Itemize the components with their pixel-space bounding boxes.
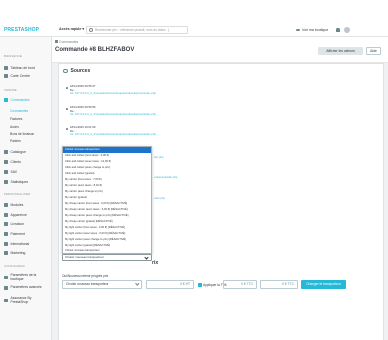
source-url-link[interactable]: ...ndex.php — [152, 197, 165, 200]
sidebar-item-dashboard[interactable]: Tableau de bord — [4, 66, 35, 70]
carrier-select[interactable]: Choisir nouveau transporteur — [62, 254, 152, 261]
sidebar-item-advanced-parameters[interactable]: Paramètres avancés — [4, 285, 50, 290]
sidebar-item-customer-service[interactable]: SAV — [4, 170, 17, 174]
sidebar-item-assurance[interactable]: Assurance By PrestaShop — [4, 296, 50, 304]
payment-icon — [4, 232, 8, 236]
carrier-dropdown-list[interactable]: Choisir nouveau transporteur Click and c… — [62, 146, 152, 254]
source-url-link[interactable]: ...dex.php — [152, 156, 163, 159]
bullet-icon — [66, 128, 68, 130]
source-url-link[interactable]: As: 127.0.0.1/1_0_2/modules/bo/carrierqu… — [70, 92, 156, 96]
sidebar-item-card-center[interactable]: Carte Centre — [4, 74, 30, 78]
sidebar-item-marketing[interactable]: Marketing — [4, 251, 25, 255]
bullet-icon — [66, 108, 68, 110]
page-title: Commande #8 BLHZFABOV — [55, 47, 135, 53]
sidebar-subitem-carts[interactable]: Paniers — [10, 139, 21, 143]
clock-icon — [63, 68, 68, 74]
source-entry: 18/11/2025 10:01:59 De : As: 127.0.0.1/1… — [70, 125, 156, 137]
sidebar-item-customers[interactable]: Clients — [4, 160, 21, 164]
sources-heading: Sources — [63, 68, 90, 74]
cart-icon — [4, 98, 8, 102]
sidebar-section-welcome: BIENVENUE — [4, 54, 22, 58]
dashboard-icon — [4, 66, 8, 70]
search-icon — [89, 28, 93, 32]
bell-icon[interactable] — [336, 28, 340, 32]
sidebar-item-shipping[interactable]: Livraison — [4, 222, 24, 226]
change-carrier-button[interactable]: Changer le transporteur — [301, 280, 346, 289]
source-entry: 18/11/2025 09:55:47 De : As: 127.0.0.1/1… — [70, 84, 156, 96]
sidebar-subitem-orders[interactable]: Commandes — [10, 109, 28, 113]
sidebar-item-catalog[interactable]: Catalogue — [4, 150, 26, 154]
new-carrier-select[interactable]: Choisir nouveau transporteur — [62, 280, 142, 289]
user-icon — [4, 160, 8, 164]
price-excl-input[interactable]: 0 € HT — [146, 280, 194, 289]
price-final-input[interactable]: 0 € TTC — [260, 280, 298, 289]
megaphone-icon — [4, 251, 8, 255]
sidebar-item-modules[interactable]: Modules — [4, 203, 23, 207]
chart-icon — [4, 180, 8, 184]
source-url-link[interactable]: As: 127.0.0.1/1_0_2/modules/bo/carrierqu… — [70, 133, 156, 137]
quick-access-menu[interactable]: Accès rapide ▾ — [59, 27, 84, 31]
section-heading-partial: rix — [152, 260, 159, 266]
apply-tax-checkbox[interactable] — [198, 283, 202, 287]
shield-icon — [4, 298, 8, 303]
chat-icon — [4, 170, 8, 174]
sidebar-item-payment[interactable]: Paiement — [4, 232, 25, 236]
price-incl-input[interactable]: 0 € TTC — [223, 280, 257, 289]
shipping-form-label: Oui/Nouveau retenir progrès prix — [62, 274, 109, 278]
sidebar-item-shop-parameters[interactable]: Paramètres de la boutique — [4, 273, 50, 281]
app-window: PRESTASHOP Accès rapide ▾ Rechercher (ex… — [0, 0, 388, 340]
source-url-link[interactable]: ...velopmentindex.php — [152, 176, 177, 179]
sidebar-item-international[interactable]: International — [4, 242, 29, 246]
source-entry: 18/11/2025 09:59:56 De : As: 127.0.0.1/1… — [70, 105, 156, 117]
brush-icon — [4, 213, 8, 217]
logo[interactable]: PRESTASHOP — [4, 27, 39, 33]
sidebar-subitem-invoices[interactable]: Factures — [10, 117, 22, 121]
truck-icon — [4, 222, 8, 226]
store-icon — [4, 150, 8, 154]
globe-icon — [4, 242, 8, 246]
help-button[interactable]: Aide — [366, 47, 381, 55]
sidebar-item-appearance[interactable]: Apparence — [4, 213, 27, 217]
sidebar-item-orders[interactable]: Commandes — [4, 98, 30, 102]
card-icon — [4, 74, 8, 78]
puzzle-icon — [4, 203, 8, 207]
breadcrumb[interactable]: Commandes — [59, 40, 78, 44]
view-shop-link[interactable]: Voir ma boutique — [302, 28, 328, 32]
settings-icon — [4, 275, 8, 280]
sidebar-subitem-delivery-slips[interactable]: Bons de livraison — [10, 132, 34, 136]
advanced-settings-icon — [4, 286, 8, 290]
sidebar-subitem-credit-slips[interactable]: Avoirs — [10, 125, 19, 129]
avatar[interactable] — [344, 27, 350, 33]
sidebar-section-configure: CONFIGURER — [4, 264, 25, 268]
orders-icon — [55, 40, 58, 43]
sidebar-item-stats[interactable]: Statistiques — [4, 180, 28, 184]
sidebar-section-sell: VENDRE — [4, 88, 17, 92]
sidebar-section-customize: PERSONNALISER — [4, 192, 31, 196]
sidebar — [0, 37, 52, 340]
source-url-link[interactable]: As: 127.0.0.1/1_0_2/modules/bo/carrierqu… — [70, 113, 156, 117]
search-input[interactable]: Rechercher (ex. : référence produit, nom… — [86, 26, 188, 34]
show-values-button[interactable]: Afficher les valeurs — [318, 47, 363, 55]
bullet-icon — [66, 87, 68, 89]
